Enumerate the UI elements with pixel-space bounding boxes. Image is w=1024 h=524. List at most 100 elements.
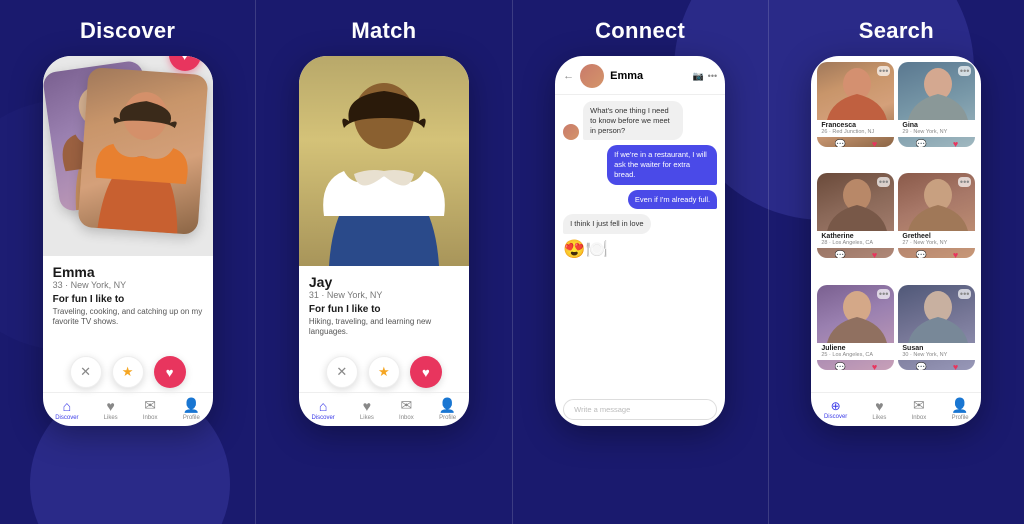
discover-section: Discover (0, 0, 255, 524)
search-likes-icon: ♥ (875, 398, 883, 414)
match-like-button[interactable]: ♥ (410, 356, 442, 388)
search-nav-inbox-label: Inbox (912, 415, 927, 421)
chat-name: Emma (610, 70, 686, 82)
match-nav-profile[interactable]: 👤 Profile (439, 397, 456, 421)
search-card-1[interactable]: Gina 29 · New York, NY ••• 💬 ♥ (898, 62, 975, 147)
search-card-2-dots[interactable]: ••• (877, 177, 890, 187)
search-phone: Francesca 26 · Red Junction, NJ ••• 💬 ♥ (811, 56, 981, 426)
match-description: Hiking, traveling, and learning new lang… (309, 317, 459, 338)
video-icon[interactable]: 📷 (692, 71, 703, 82)
chat-icon-0[interactable]: 💬 (834, 139, 845, 147)
nav-discover[interactable]: ⌂ Discover (55, 398, 78, 421)
search-nav-inbox[interactable]: ✉ Inbox (912, 397, 927, 421)
chat-icon-1[interactable]: 💬 (915, 139, 926, 147)
msg-avatar-1 (563, 124, 579, 140)
search-home-icon: ⊕ (831, 399, 841, 413)
sections-container: Discover (0, 0, 1024, 524)
match-photo (299, 56, 469, 266)
match-tagline: For fun I like to (309, 304, 459, 315)
match-superlike-button[interactable]: ★ (368, 356, 400, 388)
heart-icon-4[interactable]: ♥ (872, 362, 877, 370)
match-section: Match Jay 31 · New York, NY (255, 0, 511, 524)
search-card-4-name: Juliene (821, 345, 890, 352)
search-nav-discover-label: Discover (824, 414, 847, 420)
chat-icon-3[interactable]: 💬 (915, 250, 926, 258)
search-card-5-name: Susan (902, 345, 971, 352)
message-1: What's one thing I need to know before w… (563, 101, 683, 140)
more-icon[interactable]: ••• (708, 71, 717, 82)
match-nav-profile-label: Profile (439, 415, 456, 421)
search-nav-profile-label: Profile (952, 415, 969, 421)
search-card-1-info: Gina 29 · New York, NY (898, 120, 975, 137)
search-card-3-sub: 27 · New York, NY (902, 240, 971, 246)
search-card-5-info: Susan 30 · New York, NY (898, 343, 975, 360)
search-inbox-icon: ✉ (913, 397, 925, 414)
discover-photo-front (77, 67, 208, 235)
search-nav: ⊕ Discover ♥ Likes ✉ Inbox 👤 Profile (811, 392, 981, 426)
chat-input[interactable]: Write a message (563, 399, 717, 420)
home-icon: ⌂ (63, 398, 71, 414)
search-card-3[interactable]: Gretheel 27 · New York, NY ••• 💬 ♥ (898, 173, 975, 258)
search-card-3-dots[interactable]: ••• (958, 177, 971, 187)
chat-header: ← Emma 📷 ••• (555, 56, 725, 95)
search-card-1-dots[interactable]: ••• (958, 66, 971, 76)
chat-placeholder: Write a message (574, 405, 630, 414)
match-home-icon: ⌂ (319, 398, 327, 414)
match-title: Match (351, 18, 416, 44)
search-card-4-info: Juliene 25 · Los Angeles, CA (817, 343, 894, 360)
chat-icon-4[interactable]: 💬 (834, 362, 845, 370)
heart-icon-5[interactable]: ♥ (953, 362, 958, 370)
search-card-0[interactable]: Francesca 26 · Red Junction, NJ ••• 💬 ♥ (817, 62, 894, 147)
search-card-2-info: Katherine 28 · Los Angeles, CA (817, 231, 894, 248)
heart-icon-0[interactable]: ♥ (872, 139, 877, 147)
nav-inbox[interactable]: ✉ Inbox (143, 397, 158, 421)
search-card-4-dots[interactable]: ••• (877, 289, 890, 299)
discover-tagline: For fun I like to (53, 294, 203, 305)
message-5: 😍🍽️ (563, 239, 608, 260)
like-button[interactable]: ♥ (154, 356, 186, 388)
search-card-2[interactable]: Katherine 28 · Los Angeles, CA ••• 💬 ♥ (817, 173, 894, 258)
search-nav-profile[interactable]: 👤 Profile (951, 397, 968, 421)
back-arrow[interactable]: ← (563, 70, 574, 82)
match-nav-discover[interactable]: ⌂ Discover (311, 398, 334, 421)
heart-icon-1[interactable]: ♥ (953, 139, 958, 147)
inbox-icon: ✉ (144, 397, 156, 414)
match-nav-discover-label: Discover (311, 415, 334, 421)
match-nav-inbox[interactable]: ✉ Inbox (399, 397, 414, 421)
match-nav-likes[interactable]: ♥ Likes (360, 398, 374, 421)
search-card-5-dots[interactable]: ••• (958, 289, 971, 299)
search-card-0-dots[interactable]: ••• (877, 66, 890, 76)
heart-icon-2[interactable]: ♥ (872, 250, 877, 258)
match-nav-likes-label: Likes (360, 415, 374, 421)
chat-avatar (580, 64, 604, 88)
search-card-1-name: Gina (902, 122, 971, 129)
search-card-3-actions: 💬 ♥ (898, 248, 975, 258)
match-phone: Jay 31 · New York, NY For fun I like to … (299, 56, 469, 426)
match-dislike-button[interactable]: ✕ (326, 356, 358, 388)
search-title: Search (859, 18, 934, 44)
superlike-button[interactable]: ★ (112, 356, 144, 388)
match-inbox-icon: ✉ (401, 397, 413, 414)
chat-icon-2[interactable]: 💬 (834, 250, 845, 258)
msg-bubble-1: What's one thing I need to know before w… (583, 101, 683, 140)
search-card-2-sub: 28 · Los Angeles, CA (821, 240, 890, 246)
search-nav-discover[interactable]: ⊕ Discover (824, 399, 847, 420)
search-card-4[interactable]: Juliene 25 · Los Angeles, CA ••• 💬 ♥ (817, 285, 894, 370)
match-profile-icon: 👤 (439, 397, 456, 414)
search-nav-likes[interactable]: ♥ Likes (872, 398, 886, 421)
search-card-4-sub: 25 · Los Angeles, CA (821, 352, 890, 358)
match-profile-sub: 31 · New York, NY (309, 290, 459, 300)
chat-icon-5[interactable]: 💬 (915, 362, 926, 370)
nav-profile[interactable]: 👤 Profile (183, 397, 200, 421)
discover-action-buttons: ✕ ★ ♥ (43, 350, 213, 392)
dislike-button[interactable]: ✕ (70, 356, 102, 388)
search-card-1-sub: 29 · New York, NY (902, 129, 971, 135)
match-action-buttons: ✕ ★ ♥ (299, 350, 469, 392)
heart-icon-3[interactable]: ♥ (953, 250, 958, 258)
search-card-0-info: Francesca 26 · Red Junction, NJ (817, 120, 894, 137)
nav-profile-label: Profile (183, 415, 200, 421)
nav-likes[interactable]: ♥ Likes (104, 398, 118, 421)
search-card-5[interactable]: Susan 30 · New York, NY ••• 💬 ♥ (898, 285, 975, 370)
search-profile-icon: 👤 (951, 397, 968, 414)
search-grid: Francesca 26 · Red Junction, NJ ••• 💬 ♥ (811, 56, 981, 392)
